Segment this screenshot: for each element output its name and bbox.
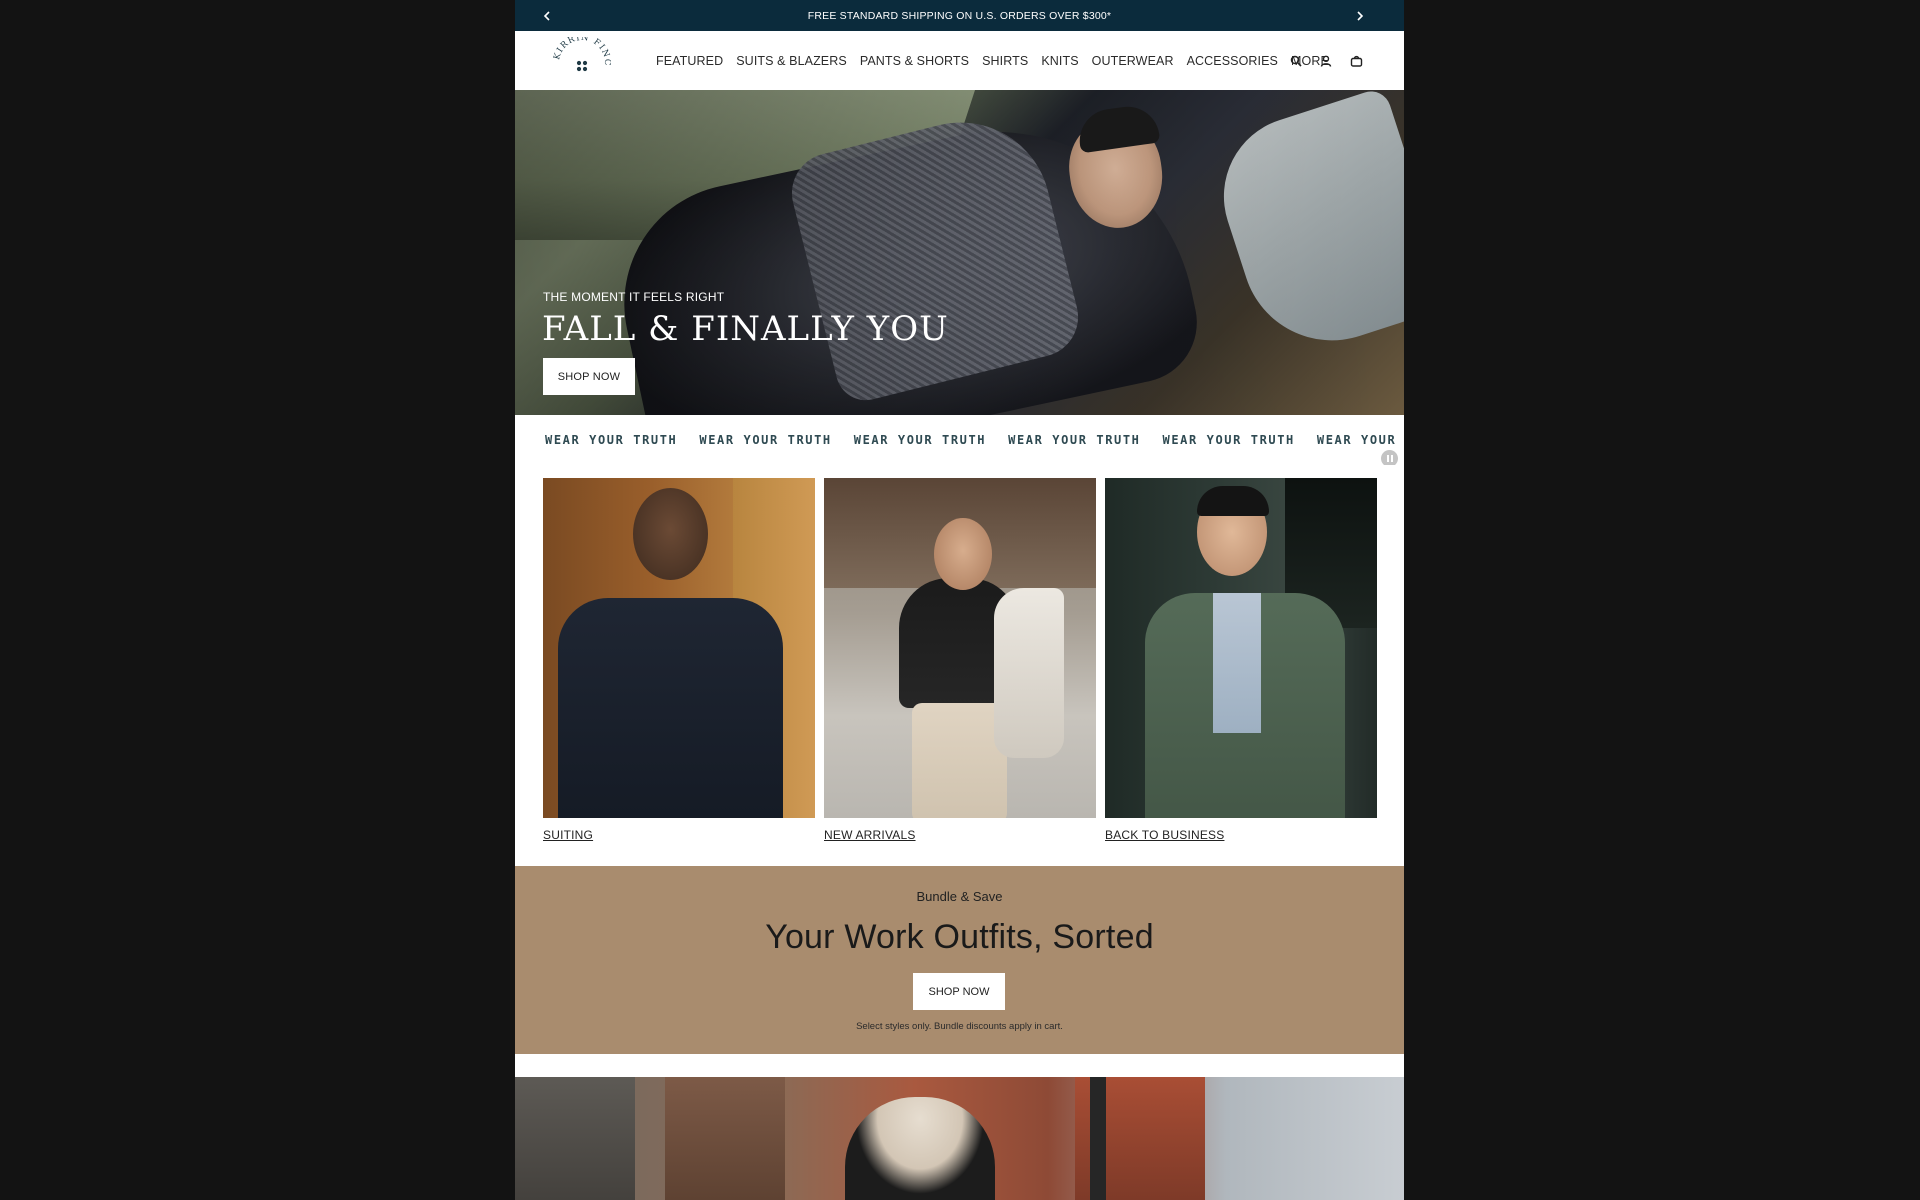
search-icon [1290, 55, 1302, 67]
card-figure-shirt [1213, 593, 1261, 733]
cart-icon [1350, 55, 1362, 67]
category-card-back-to-business[interactable]: BACK TO BUSINESS [1105, 478, 1377, 848]
marquee-item: WEAR YOUR TRUTH [1008, 433, 1141, 447]
card-label-suiting[interactable]: SUITING [543, 828, 815, 842]
new-arrivals-image[interactable] [824, 478, 1096, 818]
card-figure-hair [1197, 486, 1269, 516]
banner-sign [1090, 1077, 1106, 1200]
card-figure-body [558, 598, 783, 818]
account-icon [1320, 55, 1332, 67]
marquee-item: WEAR YOUR TRUTH [1316, 433, 1404, 447]
nav-item-accessories[interactable]: ACCESSORIES [1187, 54, 1278, 68]
announcement-text: FREE STANDARD SHIPPING ON U.S. ORDERS OV… [807, 9, 1112, 22]
pause-icon [1386, 455, 1389, 462]
header-icons [1288, 31, 1364, 90]
brand-logo[interactable]: KIRRIN FINCH [549, 30, 611, 77]
nav-item-shirts[interactable]: SHIRTS [982, 54, 1028, 68]
marquee-pause-button[interactable] [1381, 450, 1398, 465]
marquee-item: WEAR YOUR TRUTH [699, 433, 832, 447]
card-label-new-arrivals[interactable]: NEW ARRIVALS [824, 828, 1096, 842]
category-card-new-arrivals[interactable]: NEW ARRIVALS [824, 478, 1096, 848]
hero-title: FALL & FINALLY YOU [542, 309, 949, 349]
nav-item-suits-blazers[interactable]: SUITS & BLAZERS [736, 54, 847, 68]
bundle-shop-now-button[interactable]: SHOP NOW [913, 973, 1005, 1010]
hero-banner: THE MOMENT IT FEELS RIGHT FALL & FINALLY… [515, 90, 1404, 415]
nav-item-featured[interactable]: FEATURED [656, 54, 723, 68]
announcement-next-button[interactable] [1346, 0, 1374, 31]
suiting-image[interactable] [543, 478, 815, 818]
card-figure-pants [912, 703, 1007, 818]
chevron-right-icon [1357, 10, 1364, 21]
marquee-item: WEAR YOUR TRUTH [1162, 433, 1295, 447]
marquee-track: WEAR YOUR TRUTH WEAR YOUR TRUTH WEAR YOU… [545, 433, 1404, 447]
category-card-suiting[interactable]: SUITING [543, 478, 815, 848]
announcement-bar: FREE STANDARD SHIPPING ON U.S. ORDERS OV… [515, 0, 1404, 31]
bundle-note: Select styles only. Bundle discounts app… [856, 1021, 1063, 1032]
announcement-prev-button[interactable] [533, 0, 561, 31]
banner-figure [845, 1097, 995, 1200]
site-header: KIRRIN FINCH FEATURED SUITS & BLAZERS PA… [515, 30, 1404, 90]
pause-icon-bar [1390, 455, 1393, 462]
svg-text:KIRRIN FINCH: KIRRIN FINCH [553, 37, 611, 67]
marquee-item: WEAR YOUR TRUTH [545, 433, 678, 447]
banner-building-left [515, 1077, 635, 1200]
card-label-back-to-business[interactable]: BACK TO BUSINESS [1105, 828, 1377, 842]
card-figure-jacket [994, 588, 1064, 758]
storefront-page: FREE STANDARD SHIPPING ON U.S. ORDERS OV… [515, 0, 1404, 1200]
card-figure-head [633, 488, 708, 580]
cart-button[interactable] [1348, 53, 1364, 69]
bundle-kicker: Bundle & Save [916, 889, 1003, 904]
nav-item-outerwear[interactable]: OUTERWEAR [1092, 54, 1174, 68]
marquee-item: WEAR YOUR TRUTH [853, 433, 987, 447]
category-cards: SUITING NEW ARRIVALS BACK TO BUSINESS [543, 478, 1377, 848]
hero-kicker: THE MOMENT IT FEELS RIGHT [543, 290, 725, 304]
chevron-left-icon [543, 10, 550, 21]
card-figure-head [934, 518, 992, 590]
street-banner-image[interactable] [515, 1077, 1404, 1200]
bundle-promo: Bundle & Save Your Work Outfits, Sorted … [515, 866, 1404, 1054]
banner-building [665, 1077, 785, 1200]
search-button[interactable] [1288, 53, 1304, 69]
hero-overlay [515, 90, 1404, 415]
nav-item-pants-shorts[interactable]: PANTS & SHORTS [860, 54, 969, 68]
main-nav: FEATURED SUITS & BLAZERS PANTS & SHORTS … [656, 31, 1329, 90]
bundle-title: Your Work Outfits, Sorted [765, 918, 1154, 956]
marquee-strip: WEAR YOUR TRUTH WEAR YOUR TRUTH WEAR YOU… [515, 415, 1404, 465]
nav-item-knits[interactable]: KNITS [1041, 54, 1078, 68]
account-button[interactable] [1318, 53, 1334, 69]
back-to-business-image[interactable] [1105, 478, 1377, 818]
hero-shop-now-button[interactable]: SHOP NOW [543, 358, 635, 395]
